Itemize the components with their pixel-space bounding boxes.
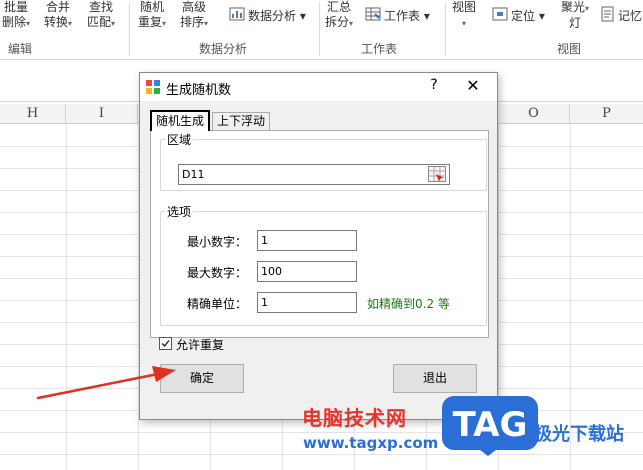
batch-delete-button[interactable]: 批量 删除▾ bbox=[2, 0, 30, 31]
group-label-edit: 编辑 bbox=[8, 42, 33, 56]
max-number-input[interactable]: 100 bbox=[257, 261, 357, 282]
allow-duplicate-label[interactable]: 允许重复 bbox=[176, 336, 224, 353]
range-picker-icon[interactable] bbox=[428, 166, 446, 182]
column-header-o[interactable]: O bbox=[498, 104, 570, 124]
locate-label: 定位 bbox=[511, 9, 536, 23]
tag-logo-text: TAG bbox=[453, 405, 528, 445]
data-analysis-icon bbox=[229, 7, 245, 21]
ribbon-divider bbox=[445, 2, 446, 56]
options-group-label: 选项 bbox=[165, 203, 194, 220]
exit-button[interactable]: 退出 bbox=[393, 364, 477, 393]
view-label: 视图 bbox=[452, 0, 477, 14]
precision-input[interactable]: 1 bbox=[257, 292, 357, 313]
chevron-down-icon: ▾ bbox=[26, 19, 31, 28]
random-repeat-label-1: 随机 bbox=[140, 0, 165, 14]
spotlight-label-2: 灯 bbox=[569, 16, 582, 30]
chevron-down-icon: ▾ bbox=[162, 19, 167, 28]
chevron-down-icon: ▾ bbox=[535, 9, 545, 23]
locate-icon bbox=[492, 7, 508, 21]
watermark-site-name: 电脑技术网 bbox=[302, 406, 407, 430]
chevron-down-icon: ▾ bbox=[111, 19, 116, 28]
memo-label: 记忆 bbox=[618, 9, 643, 23]
dialog-titlebar[interactable]: 生成随机数 ? ✕ bbox=[140, 73, 497, 101]
random-number-dialog: 生成随机数 ? ✕ 随机生成 上下浮动 区域 选项 D11 最小数字： 1 最大… bbox=[139, 72, 498, 420]
ribbon-divider bbox=[129, 2, 130, 56]
merge-convert-button[interactable]: 合并 转换▾ bbox=[44, 0, 72, 31]
column-header-i[interactable]: I bbox=[66, 104, 138, 124]
memo-button[interactable]: 记忆 bbox=[618, 7, 642, 24]
spotlight-label-1: 聚光 bbox=[561, 0, 586, 14]
tab-float[interactable]: 上下浮动 bbox=[212, 112, 271, 130]
chevron-down-icon: ▾ bbox=[204, 19, 209, 28]
find-match-label-1: 查找 bbox=[89, 0, 114, 14]
tab-random-generate[interactable]: 随机生成 bbox=[150, 110, 211, 131]
chevron-down-icon: ▾ bbox=[349, 19, 354, 28]
advanced-sort-label-1: 高级 bbox=[182, 0, 207, 14]
watermark-brand: 极光下载站 bbox=[534, 424, 624, 445]
find-match-button[interactable]: 查找 匹配▾ bbox=[87, 0, 115, 31]
ribbon-toolbar: 批量 删除▾ 合并 转换▾ 查找 匹配▾ 随机 重复▾ 高级 排序▾ 数据分析 … bbox=[0, 0, 643, 60]
worksheet-icon bbox=[365, 7, 381, 21]
merge-convert-label-1: 合并 bbox=[46, 0, 71, 14]
min-number-label: 最小数字： bbox=[187, 235, 248, 249]
group-label-data-analysis: 数据分析 bbox=[199, 42, 248, 56]
range-input[interactable]: D11 bbox=[178, 164, 450, 185]
chevron-down-icon: ▾ bbox=[462, 19, 467, 28]
ribbon-divider bbox=[319, 2, 320, 56]
watermark-site-url: www.tagxp.com bbox=[303, 434, 439, 452]
locate-button[interactable]: 定位 ▾ bbox=[511, 7, 545, 24]
precision-label: 精确单位： bbox=[187, 297, 248, 311]
group-label-view: 视图 bbox=[557, 42, 582, 56]
data-analysis-label: 数据分析 bbox=[248, 9, 297, 23]
help-button[interactable]: ? bbox=[424, 77, 444, 97]
worksheet-label: 工作表 bbox=[384, 9, 421, 23]
precision-hint: 如精确到0.2 等 bbox=[367, 297, 450, 311]
min-number-input[interactable]: 1 bbox=[257, 230, 357, 251]
summary-split-label-2: 拆分 bbox=[325, 15, 350, 29]
advanced-sort-button[interactable]: 高级 排序▾ bbox=[180, 0, 208, 31]
advanced-sort-label-2: 排序 bbox=[180, 15, 205, 29]
spotlight-button[interactable]: 聚光▾ 灯 bbox=[561, 0, 589, 31]
range-group-label: 区域 bbox=[165, 131, 194, 148]
grid-col-line bbox=[66, 124, 67, 470]
find-match-label-2: 匹配 bbox=[87, 15, 112, 29]
random-repeat-button[interactable]: 随机 重复▾ bbox=[138, 0, 166, 31]
random-repeat-label-2: 重复 bbox=[138, 15, 163, 29]
column-header-p[interactable]: P bbox=[570, 104, 643, 124]
close-button[interactable]: ✕ bbox=[462, 76, 484, 98]
app-icon bbox=[146, 80, 160, 94]
dialog-title: 生成随机数 bbox=[166, 83, 232, 98]
view-button[interactable]: 视图 ▾ bbox=[452, 0, 476, 31]
chevron-down-icon: ▾ bbox=[68, 19, 73, 28]
chevron-down-icon: ▾ bbox=[296, 9, 306, 23]
chevron-down-icon: ▾ bbox=[585, 4, 590, 13]
memo-icon bbox=[601, 6, 614, 22]
chevron-down-icon: ▾ bbox=[420, 9, 430, 23]
tag-logo: TAG bbox=[442, 396, 538, 456]
merge-convert-label-2: 转换 bbox=[44, 15, 69, 29]
ok-button[interactable]: 确定 bbox=[160, 364, 244, 393]
group-label-worksheet: 工作表 bbox=[361, 42, 398, 56]
worksheet-button[interactable]: 工作表 ▾ bbox=[384, 7, 430, 24]
data-analysis-button[interactable]: 数据分析 ▾ bbox=[248, 7, 306, 24]
batch-delete-label-1: 批量 bbox=[4, 0, 29, 14]
grid-row-line bbox=[0, 454, 643, 455]
batch-delete-label-2: 删除 bbox=[2, 15, 27, 29]
grid-col-line bbox=[570, 124, 571, 470]
allow-duplicate-checkbox[interactable] bbox=[159, 337, 172, 350]
summary-split-label-1: 汇总 bbox=[327, 0, 352, 14]
column-header-h[interactable]: H bbox=[0, 104, 66, 124]
max-number-label: 最大数字： bbox=[187, 266, 248, 280]
summary-split-button[interactable]: 汇总 拆分▾ bbox=[325, 0, 353, 31]
